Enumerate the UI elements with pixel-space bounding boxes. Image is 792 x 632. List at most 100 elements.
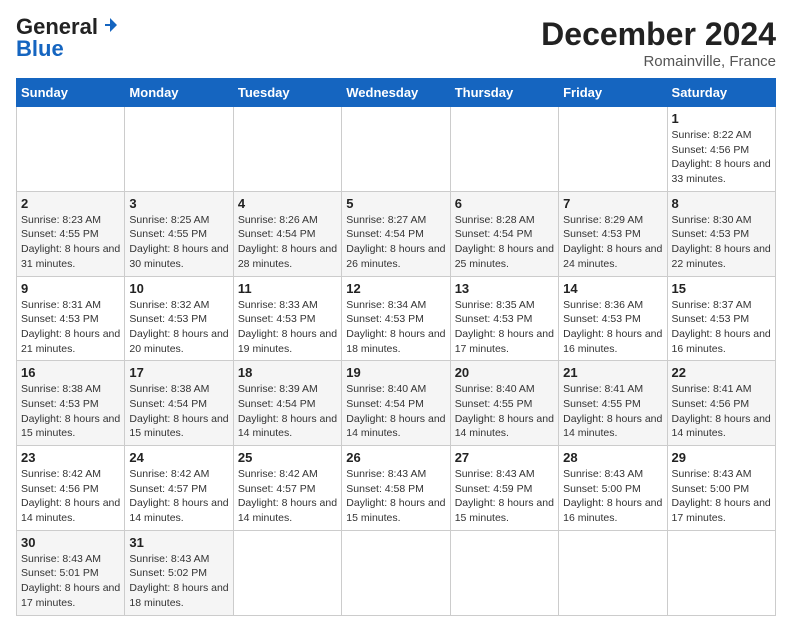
day-info: Sunrise: 8:23 AMSunset: 4:55 PMDaylight:… xyxy=(21,213,120,272)
calendar-cell xyxy=(559,107,667,192)
calendar-header-tuesday: Tuesday xyxy=(233,79,341,107)
day-info: Sunrise: 8:33 AMSunset: 4:53 PMDaylight:… xyxy=(238,298,337,357)
calendar-cell: 29Sunrise: 8:43 AMSunset: 5:00 PMDayligh… xyxy=(667,446,775,531)
calendar-cell: 10Sunrise: 8:32 AMSunset: 4:53 PMDayligh… xyxy=(125,276,233,361)
day-info: Sunrise: 8:22 AMSunset: 4:56 PMDaylight:… xyxy=(672,128,771,187)
day-number: 14 xyxy=(563,281,662,296)
day-info: Sunrise: 8:41 AMSunset: 4:56 PMDaylight:… xyxy=(672,382,771,441)
calendar-table: SundayMondayTuesdayWednesdayThursdayFrid… xyxy=(16,78,776,616)
day-info: Sunrise: 8:42 AMSunset: 4:57 PMDaylight:… xyxy=(238,467,337,526)
calendar-header-thursday: Thursday xyxy=(450,79,558,107)
day-number: 7 xyxy=(563,196,662,211)
calendar-cell: 28Sunrise: 8:43 AMSunset: 5:00 PMDayligh… xyxy=(559,446,667,531)
calendar-cell: 11 Sunrise: 8:33 AMSunset: 4:53 PMDayligh… xyxy=(233,276,341,361)
logo-icon xyxy=(101,16,119,34)
day-info: Sunrise: 8:43 AMSunset: 5:01 PMDaylight:… xyxy=(21,552,120,611)
calendar-header-monday: Monday xyxy=(125,79,233,107)
calendar-cell: 4 Sunrise: 8:26 AMSunset: 4:54 PMDaylight… xyxy=(233,191,341,276)
day-number: 8 xyxy=(672,196,771,211)
day-number: 4 xyxy=(238,196,337,211)
day-number: 9 xyxy=(21,281,120,296)
calendar-header-wednesday: Wednesday xyxy=(342,79,450,107)
day-info: Sunrise: 8:40 AMSunset: 4:55 PMDaylight:… xyxy=(455,382,554,441)
day-number: 26 xyxy=(346,450,445,465)
day-number: 23 xyxy=(21,450,120,465)
calendar-week-row: 9 Sunrise: 8:31 AMSunset: 4:53 PMDaylight… xyxy=(17,276,776,361)
day-number: 16 xyxy=(21,365,120,380)
day-info: Sunrise: 8:38 AMSunset: 4:54 PMDaylight:… xyxy=(129,382,228,441)
calendar-cell: 7 Sunrise: 8:29 AMSunset: 4:53 PMDaylight… xyxy=(559,191,667,276)
calendar-cell: 6Sunrise: 8:28 AMSunset: 4:54 PMDaylight… xyxy=(450,191,558,276)
calendar-cell: 19Sunrise: 8:40 AMSunset: 4:54 PMDayligh… xyxy=(342,361,450,446)
calendar-cell xyxy=(667,530,775,615)
day-number: 18 xyxy=(238,365,337,380)
day-info: Sunrise: 8:36 AMSunset: 4:53 PMDaylight:… xyxy=(563,298,662,357)
day-number: 12 xyxy=(346,281,445,296)
calendar-cell: 5 Sunrise: 8:27 AMSunset: 4:54 PMDaylight… xyxy=(342,191,450,276)
calendar-cell: 20 Sunrise: 8:40 AMSunset: 4:55 PMDayligh… xyxy=(450,361,558,446)
calendar-cell: 9 Sunrise: 8:31 AMSunset: 4:53 PMDaylight… xyxy=(17,276,125,361)
day-info: Sunrise: 8:32 AMSunset: 4:53 PMDaylight:… xyxy=(129,298,228,357)
calendar-cell: 31Sunrise: 8:43 AMSunset: 5:02 PMDayligh… xyxy=(125,530,233,615)
day-info: Sunrise: 8:29 AMSunset: 4:53 PMDaylight:… xyxy=(563,213,662,272)
day-number: 15 xyxy=(672,281,771,296)
calendar-cell xyxy=(342,530,450,615)
calendar-header-row: SundayMondayTuesdayWednesdayThursdayFrid… xyxy=(17,79,776,107)
calendar-header-saturday: Saturday xyxy=(667,79,775,107)
day-number: 28 xyxy=(563,450,662,465)
calendar-cell: 23 Sunrise: 8:42 AMSunset: 4:56 PMDayligh… xyxy=(17,446,125,531)
title-area: December 2024 Romainville, France xyxy=(541,16,776,70)
day-number: 13 xyxy=(455,281,554,296)
header: General Blue December 2024 Romainville, … xyxy=(16,16,776,70)
calendar-week-row: 23 Sunrise: 8:42 AMSunset: 4:56 PMDayligh… xyxy=(17,446,776,531)
calendar-cell xyxy=(450,530,558,615)
calendar-cell: 8 Sunrise: 8:30 AMSunset: 4:53 PMDaylight… xyxy=(667,191,775,276)
day-info: Sunrise: 8:43 AMSunset: 4:59 PMDaylight:… xyxy=(455,467,554,526)
calendar-cell xyxy=(450,107,558,192)
calendar-cell: 17 Sunrise: 8:38 AMSunset: 4:54 PMDayligh… xyxy=(125,361,233,446)
logo-general: General xyxy=(16,16,98,38)
day-number: 30 xyxy=(21,535,120,550)
day-info: Sunrise: 8:38 AMSunset: 4:53 PMDaylight:… xyxy=(21,382,120,441)
day-info: Sunrise: 8:30 AMSunset: 4:53 PMDaylight:… xyxy=(672,213,771,272)
calendar-cell: 13 Sunrise: 8:35 AMSunset: 4:53 PMDayligh… xyxy=(450,276,558,361)
day-number: 17 xyxy=(129,365,228,380)
day-number: 22 xyxy=(672,365,771,380)
calendar-cell: 27 Sunrise: 8:43 AMSunset: 4:59 PMDayligh… xyxy=(450,446,558,531)
calendar-cell: 26 Sunrise: 8:43 AMSunset: 4:58 PMDayligh… xyxy=(342,446,450,531)
day-number: 5 xyxy=(346,196,445,211)
day-number: 20 xyxy=(455,365,554,380)
calendar-cell: 22 Sunrise: 8:41 AMSunset: 4:56 PMDayligh… xyxy=(667,361,775,446)
day-info: Sunrise: 8:35 AMSunset: 4:53 PMDaylight:… xyxy=(455,298,554,357)
calendar-cell xyxy=(125,107,233,192)
day-number: 11 xyxy=(238,281,337,296)
calendar-cell: 2Sunrise: 8:23 AMSunset: 4:55 PMDaylight… xyxy=(17,191,125,276)
day-info: Sunrise: 8:31 AMSunset: 4:53 PMDaylight:… xyxy=(21,298,120,357)
day-info: Sunrise: 8:43 AMSunset: 4:58 PMDaylight:… xyxy=(346,467,445,526)
day-number: 24 xyxy=(129,450,228,465)
calendar-cell: 18Sunrise: 8:39 AMSunset: 4:54 PMDayligh… xyxy=(233,361,341,446)
day-info: Sunrise: 8:42 AMSunset: 4:56 PMDaylight:… xyxy=(21,467,120,526)
day-number: 19 xyxy=(346,365,445,380)
day-info: Sunrise: 8:26 AMSunset: 4:54 PMDaylight:… xyxy=(238,213,337,272)
day-info: Sunrise: 8:27 AMSunset: 4:54 PMDaylight:… xyxy=(346,213,445,272)
calendar-cell: 30 Sunrise: 8:43 AMSunset: 5:01 PMDayligh… xyxy=(17,530,125,615)
calendar-cell: 16 Sunrise: 8:38 AMSunset: 4:53 PMDayligh… xyxy=(17,361,125,446)
day-info: Sunrise: 8:28 AMSunset: 4:54 PMDaylight:… xyxy=(455,213,554,272)
month-title: December 2024 xyxy=(541,16,776,53)
calendar-cell: 14 Sunrise: 8:36 AMSunset: 4:53 PMDayligh… xyxy=(559,276,667,361)
calendar-week-row: 2Sunrise: 8:23 AMSunset: 4:55 PMDaylight… xyxy=(17,191,776,276)
day-info: Sunrise: 8:25 AMSunset: 4:55 PMDaylight:… xyxy=(129,213,228,272)
calendar-cell xyxy=(559,530,667,615)
location-title: Romainville, France xyxy=(541,53,776,70)
day-number: 27 xyxy=(455,450,554,465)
day-number: 3 xyxy=(129,196,228,211)
calendar-cell xyxy=(233,107,341,192)
day-number: 25 xyxy=(238,450,337,465)
calendar-cell xyxy=(233,530,341,615)
calendar-cell xyxy=(17,107,125,192)
day-info: Sunrise: 8:34 AMSunset: 4:53 PMDaylight:… xyxy=(346,298,445,357)
calendar-cell: 12 Sunrise: 8:34 AMSunset: 4:53 PMDayligh… xyxy=(342,276,450,361)
calendar-cell: 25 Sunrise: 8:42 AMSunset: 4:57 PMDayligh… xyxy=(233,446,341,531)
calendar-cell: 21Sunrise: 8:41 AMSunset: 4:55 PMDayligh… xyxy=(559,361,667,446)
